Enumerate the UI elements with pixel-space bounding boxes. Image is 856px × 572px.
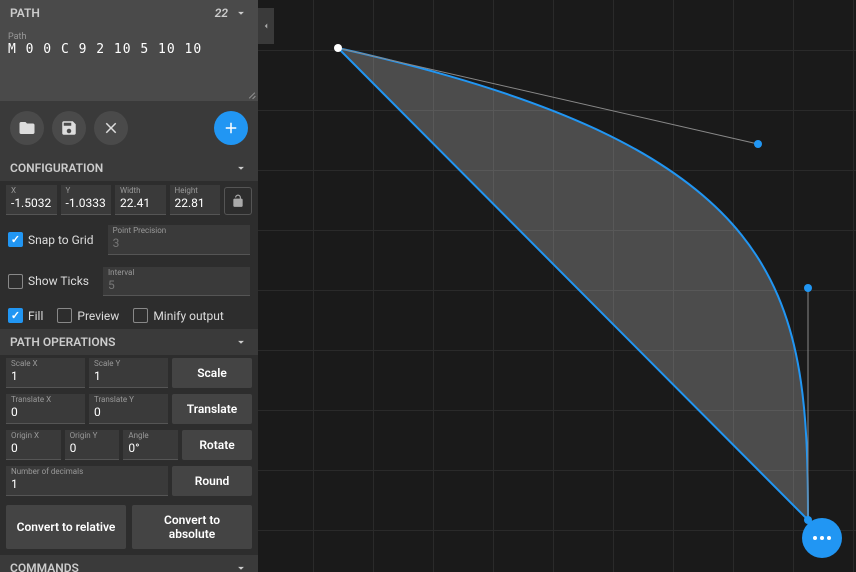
path-command-count: 22 [215, 6, 228, 20]
translate-x-field[interactable]: Translate X0 [6, 394, 85, 424]
point-precision-field: Point Precision3 [108, 225, 250, 255]
checkbox-icon [133, 308, 148, 323]
origin-y-field[interactable]: Origin Y0 [65, 430, 120, 460]
check-icon [8, 232, 23, 247]
save-icon [60, 119, 78, 137]
dots-icon [813, 536, 831, 540]
snap-to-grid-checkbox[interactable]: Snap to Grid [8, 232, 94, 247]
preview-checkbox[interactable]: Preview [57, 308, 119, 323]
collapse-sidebar-button[interactable] [258, 8, 274, 44]
ops-header: PATH OPERATIONS [0, 329, 258, 355]
origin-x-field[interactable]: Origin X0 [6, 430, 61, 460]
scale-x-field[interactable]: Scale X1 [6, 358, 85, 388]
clear-button[interactable] [94, 111, 128, 145]
show-ticks-checkbox[interactable]: Show Ticks [8, 274, 89, 289]
checkbox-icon [57, 308, 72, 323]
save-button[interactable] [52, 111, 86, 145]
round-button[interactable]: Round [172, 466, 252, 496]
config-header: CONFIGURATION [0, 155, 258, 181]
y-field[interactable]: Y-1.0333 [61, 185, 112, 215]
config-title: CONFIGURATION [10, 161, 103, 175]
open-button[interactable] [10, 111, 44, 145]
chevron-down-icon[interactable] [234, 561, 248, 572]
path-field-value: M 0 0 C 9 2 10 5 10 10 [8, 42, 202, 57]
chevron-left-icon [261, 21, 271, 31]
decimals-field[interactable]: Number of decimals1 [6, 466, 168, 496]
fill-checkbox[interactable]: Fill [8, 308, 43, 323]
convert-absolute-button[interactable]: Convert to absolute [132, 505, 252, 549]
plus-icon [222, 119, 240, 137]
height-field[interactable]: Height22.81 [170, 185, 221, 215]
angle-field[interactable]: Angle0° [123, 430, 178, 460]
interval-field: Interval5 [103, 267, 250, 297]
check-icon [8, 308, 23, 323]
width-field[interactable]: Width22.41 [115, 185, 166, 215]
close-icon [102, 119, 120, 137]
path-header: PATH 22 [0, 0, 258, 26]
checkbox-icon [8, 274, 23, 289]
path-toolbar [0, 101, 258, 155]
path-field-label: Path [8, 32, 250, 42]
add-button[interactable] [214, 111, 248, 145]
translate-y-field[interactable]: Translate Y0 [89, 394, 168, 424]
fab-menu-button[interactable] [802, 518, 842, 558]
path-preview [258, 0, 856, 572]
lock-open-icon [231, 194, 245, 208]
path-textarea[interactable]: Path M 0 0 C 9 2 10 5 10 10 [0, 26, 258, 101]
commands-title: COMMANDS [10, 561, 79, 572]
ops-title: PATH OPERATIONS [10, 335, 115, 349]
chevron-down-icon[interactable] [234, 335, 248, 349]
rotate-button[interactable]: Rotate [182, 430, 252, 460]
x-field[interactable]: X-1.5032 [6, 185, 57, 215]
translate-button[interactable]: Translate [172, 394, 252, 424]
sidebar: PATH 22 Path M 0 0 C 9 2 10 5 10 10 CONF… [0, 0, 258, 572]
path-title: PATH [10, 6, 40, 20]
scale-button[interactable]: Scale [172, 358, 252, 388]
canvas[interactable] [258, 0, 856, 572]
folder-icon [18, 119, 36, 137]
commands-header: COMMANDS [0, 555, 258, 572]
chevron-down-icon[interactable] [234, 161, 248, 175]
minify-checkbox[interactable]: Minify output [133, 308, 223, 323]
scale-y-field[interactable]: Scale Y1 [89, 358, 168, 388]
convert-relative-button[interactable]: Convert to relative [6, 505, 126, 549]
chevron-down-icon[interactable] [234, 6, 248, 20]
lock-aspect-button[interactable] [224, 187, 252, 215]
resize-handle-icon[interactable] [246, 89, 256, 99]
